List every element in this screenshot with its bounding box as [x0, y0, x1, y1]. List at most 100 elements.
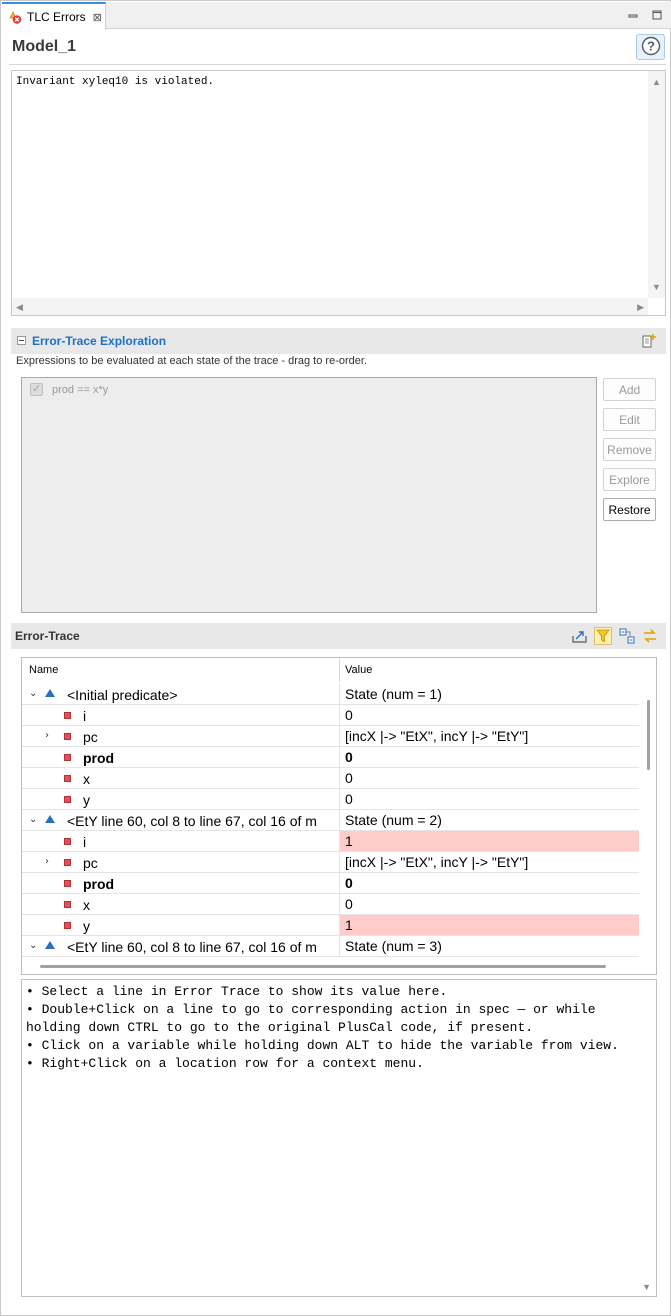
trace-variable-row[interactable]: › pc [incX |-> "EtX", incY |-> "EtY"] — [22, 852, 639, 873]
expression-item[interactable]: prod == x*y — [30, 382, 108, 396]
help-text: • Select a line in Error Trace to show i… — [26, 984, 619, 1071]
state-icon — [45, 941, 55, 949]
tab-strip: TLC Errors ⊠ — [2, 2, 671, 30]
error-horizontal-scrollbar[interactable]: ◀ ▶ — [12, 298, 648, 315]
scroll-right-icon[interactable]: ▶ — [637, 302, 644, 312]
column-divider[interactable] — [339, 658, 340, 682]
restore-button[interactable]: Restore — [603, 498, 656, 521]
column-header-name[interactable]: Name — [29, 664, 58, 676]
variable-icon — [64, 901, 71, 908]
scroll-up-icon[interactable]: ▲ — [652, 77, 661, 87]
error-message-text: Invariant xyleq10 is violated. — [16, 76, 215, 88]
variable-value-changed: 1 — [339, 915, 639, 935]
value-viewer[interactable]: • Select a line in Error Trace to show i… — [21, 979, 657, 1297]
trace-variable-row[interactable]: prod 0 — [22, 873, 639, 894]
chevron-right-icon[interactable]: › — [45, 856, 49, 867]
trace-state-row[interactable]: ⌄ <EtY line 60, col 8 to line 67, col 16… — [22, 810, 639, 831]
tlc-error-icon — [7, 9, 23, 25]
edit-button[interactable]: Edit — [603, 408, 656, 431]
model-title: Model_1 — [12, 38, 77, 55]
exploration-description: Expressions to be evaluated at each stat… — [16, 355, 367, 367]
variable-value: 0 — [339, 768, 639, 788]
tlc-errors-view: TLC Errors ⊠ Model_1 ? Invariant xyleq10… — [0, 0, 671, 1316]
header-divider — [9, 64, 666, 65]
exploration-section-header[interactable]: Error-Trace Exploration — [11, 328, 666, 354]
chevron-right-icon[interactable]: › — [45, 730, 49, 741]
export-icon[interactable] — [571, 627, 589, 645]
chevron-down-icon[interactable]: ⌄ — [29, 688, 37, 699]
tab-label: TLC Errors — [27, 10, 86, 24]
variable-value: 0 — [339, 894, 639, 914]
variable-icon — [64, 712, 71, 719]
variable-name: y — [83, 918, 90, 934]
sync-icon[interactable] — [641, 627, 659, 645]
scroll-down-icon[interactable]: ▼ — [652, 282, 661, 292]
add-button[interactable]: Add — [603, 378, 656, 401]
collapse-icon[interactable] — [17, 336, 26, 345]
variable-icon — [64, 922, 71, 929]
trace-variable-row[interactable]: i 0 — [22, 705, 639, 726]
variable-value-changed: 1 — [339, 831, 639, 851]
state-value: State (num = 3) — [339, 936, 639, 956]
state-icon — [45, 815, 55, 823]
trace-variable-row[interactable]: y 1 — [22, 915, 639, 936]
scroll-down-icon[interactable]: ▼ — [642, 1282, 651, 1292]
collapse-all-icon[interactable] — [618, 627, 636, 645]
error-trace-section-header: Error-Trace — [11, 623, 666, 649]
state-value: State (num = 1) — [339, 684, 639, 704]
variable-icon — [64, 859, 71, 866]
state-label: <EtY line 60, col 8 to line 67, col 16 o… — [67, 939, 317, 955]
variable-name: x — [83, 771, 90, 787]
add-expression-icon[interactable] — [641, 333, 657, 352]
expression-checkbox[interactable] — [30, 382, 43, 396]
variable-icon — [64, 880, 71, 887]
variable-value: 0 — [339, 705, 639, 725]
variable-value: 0 — [339, 789, 639, 809]
state-label: <EtY line 60, col 8 to line 67, col 16 o… — [67, 813, 317, 829]
variable-name: x — [83, 897, 90, 913]
variable-value: [incX |-> "EtX", incY |-> "EtY"] — [339, 726, 639, 746]
variable-name: pc — [83, 729, 98, 745]
trace-variable-row[interactable]: y 0 — [22, 789, 639, 810]
chevron-down-icon[interactable]: ⌄ — [29, 814, 37, 825]
variable-icon — [64, 775, 71, 782]
error-trace-tree[interactable]: Name Value ⌄ <Initial predicate> State (… — [21, 657, 657, 975]
trace-variable-row[interactable]: x 0 — [22, 894, 639, 915]
trace-variable-row[interactable]: prod 0 — [22, 747, 639, 768]
variable-value: [incX |-> "EtX", incY |-> "EtY"] — [339, 852, 639, 872]
column-header-value[interactable]: Value — [345, 664, 372, 676]
trace-vertical-scroll-thumb[interactable] — [647, 700, 650, 770]
trace-state-row[interactable]: ⌄ <Initial predicate> State (num = 1) — [22, 684, 639, 705]
expression-list[interactable]: prod == x*y — [21, 377, 597, 613]
variable-name: y — [83, 792, 90, 808]
minimize-icon[interactable] — [626, 8, 640, 22]
variable-name: i — [83, 834, 87, 850]
trace-horizontal-scroll-thumb[interactable] — [40, 965, 606, 968]
trace-variable-row[interactable]: x 0 — [22, 768, 639, 789]
tab-tlc-errors[interactable]: TLC Errors ⊠ — [2, 2, 106, 30]
state-label: <Initial predicate> — [67, 687, 178, 703]
help-button[interactable]: ? — [636, 34, 665, 60]
trace-state-row[interactable]: ⌄ <EtY line 60, col 8 to line 67, col 16… — [22, 936, 639, 957]
trace-variable-row[interactable]: › pc [incX |-> "EtX", incY |-> "EtY"] — [22, 726, 639, 747]
trace-vertical-scrollbar[interactable] — [639, 682, 656, 974]
variable-icon — [64, 733, 71, 740]
chevron-down-icon[interactable]: ⌄ — [29, 940, 37, 951]
close-icon[interactable]: ⊠ — [93, 11, 102, 24]
variable-name: i — [83, 708, 87, 724]
remove-button[interactable]: Remove — [603, 438, 656, 461]
scroll-left-icon[interactable]: ◀ — [16, 302, 23, 312]
variable-name: prod — [83, 750, 115, 766]
state-icon — [45, 689, 55, 697]
explore-button[interactable]: Explore — [603, 468, 656, 491]
variable-icon — [64, 754, 71, 761]
error-message-area[interactable]: Invariant xyleq10 is violated. ▲ ▼ ◀ ▶ — [11, 70, 666, 316]
filter-icon[interactable] — [594, 627, 612, 645]
trace-variable-row[interactable]: i 1 — [22, 831, 639, 852]
variable-icon — [64, 838, 71, 845]
variable-value: 0 — [339, 747, 639, 767]
state-value: State (num = 2) — [339, 810, 639, 830]
maximize-icon[interactable] — [650, 8, 664, 22]
error-vertical-scrollbar[interactable]: ▲ ▼ — [648, 71, 665, 298]
svg-text:?: ? — [647, 38, 655, 53]
